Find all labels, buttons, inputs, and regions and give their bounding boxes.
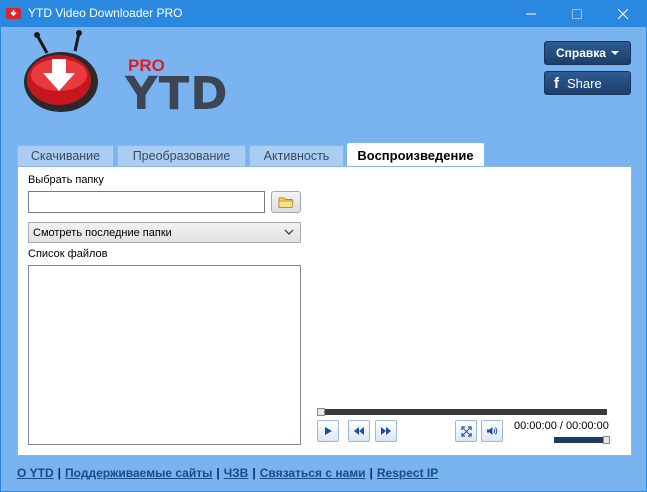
maximize-icon xyxy=(572,8,582,19)
fullscreen-button[interactable] xyxy=(455,420,477,442)
volume-handle[interactable] xyxy=(603,436,610,444)
fullscreen-icon xyxy=(460,425,472,437)
footer-separator: | xyxy=(369,466,373,480)
folder-path-input[interactable] xyxy=(28,191,265,213)
tab-download[interactable]: Скачивание xyxy=(17,145,114,166)
tab-playback[interactable]: Воспроизведение xyxy=(347,143,484,167)
folder-label: Выбрать папку xyxy=(28,174,104,186)
playback-panel: Выбрать папку Смотреть последние папки С… xyxy=(17,166,632,456)
volume-button[interactable] xyxy=(481,420,503,442)
tab-activity[interactable]: Активность xyxy=(249,145,344,166)
share-button[interactable]: f Share xyxy=(544,71,631,95)
rewind-icon xyxy=(354,427,364,435)
seek-bar[interactable] xyxy=(317,408,607,416)
footer-link-contact[interactable]: Связаться с нами xyxy=(260,466,366,480)
help-button-label: Справка xyxy=(556,46,606,60)
file-list[interactable] xyxy=(28,265,301,445)
footer-separator: | xyxy=(216,466,220,480)
footer-link-faq[interactable]: ЧЗВ xyxy=(224,466,249,480)
ytd-logo: PRO YTD xyxy=(23,29,228,120)
window-title: YTD Video Downloader PRO xyxy=(28,6,183,20)
play-button[interactable] xyxy=(317,420,339,442)
recent-folders-label: Смотреть последние папки xyxy=(33,226,172,239)
volume-slider[interactable] xyxy=(554,436,610,444)
fast-forward-button[interactable] xyxy=(375,420,397,442)
app-window: YTD Video Downloader PRO PRO YTD Справка… xyxy=(0,0,647,492)
footer-link-respect-ip[interactable]: Respect IP xyxy=(377,466,438,480)
footer-link-supported-sites[interactable]: Поддерживаемые сайты xyxy=(65,466,212,480)
help-button[interactable]: Справка xyxy=(544,41,631,65)
tab-convert[interactable]: Преобразование xyxy=(117,145,246,166)
share-button-label: Share xyxy=(567,75,602,91)
tv-logo-icon xyxy=(24,30,98,112)
client-area: PRO YTD Справка f Share Скачивание Преоб… xyxy=(1,27,646,491)
title-bar[interactable]: YTD Video Downloader PRO xyxy=(0,0,647,27)
rewind-button[interactable] xyxy=(348,420,370,442)
tab-label: Преобразование xyxy=(132,149,231,163)
chevron-down-icon xyxy=(284,229,294,235)
speaker-icon xyxy=(487,427,498,435)
close-button[interactable] xyxy=(600,0,646,27)
facebook-icon: f xyxy=(554,74,559,92)
close-icon xyxy=(618,8,628,19)
folder-icon xyxy=(278,197,294,208)
file-list-label: Список файлов xyxy=(28,248,108,260)
app-icon xyxy=(6,8,21,19)
recent-folders-dropdown[interactable]: Смотреть последние папки xyxy=(28,222,301,243)
fast-forward-icon xyxy=(381,427,391,435)
tab-label: Активность xyxy=(263,149,330,163)
footer-links: О YTD | Поддерживаемые сайты | ЧЗВ | Связаться… xyxy=(17,466,438,480)
footer-separator: | xyxy=(57,466,62,480)
maximize-button[interactable] xyxy=(554,0,600,27)
time-readout: 00:00:00 / 00:00:00 xyxy=(514,420,609,432)
minimize-icon xyxy=(526,13,536,14)
play-icon xyxy=(325,427,332,435)
chevron-down-icon xyxy=(610,51,619,55)
logo-ytd-text: YTD xyxy=(125,67,229,120)
seek-handle[interactable] xyxy=(317,408,325,416)
tab-label: Скачивание xyxy=(30,149,101,163)
browse-folder-button[interactable] xyxy=(271,191,301,213)
footer-link-about[interactable]: О YTD xyxy=(17,466,54,480)
tab-label: Воспроизведение xyxy=(357,148,474,163)
minimize-button[interactable] xyxy=(508,0,554,27)
footer-separator: | xyxy=(252,466,256,480)
